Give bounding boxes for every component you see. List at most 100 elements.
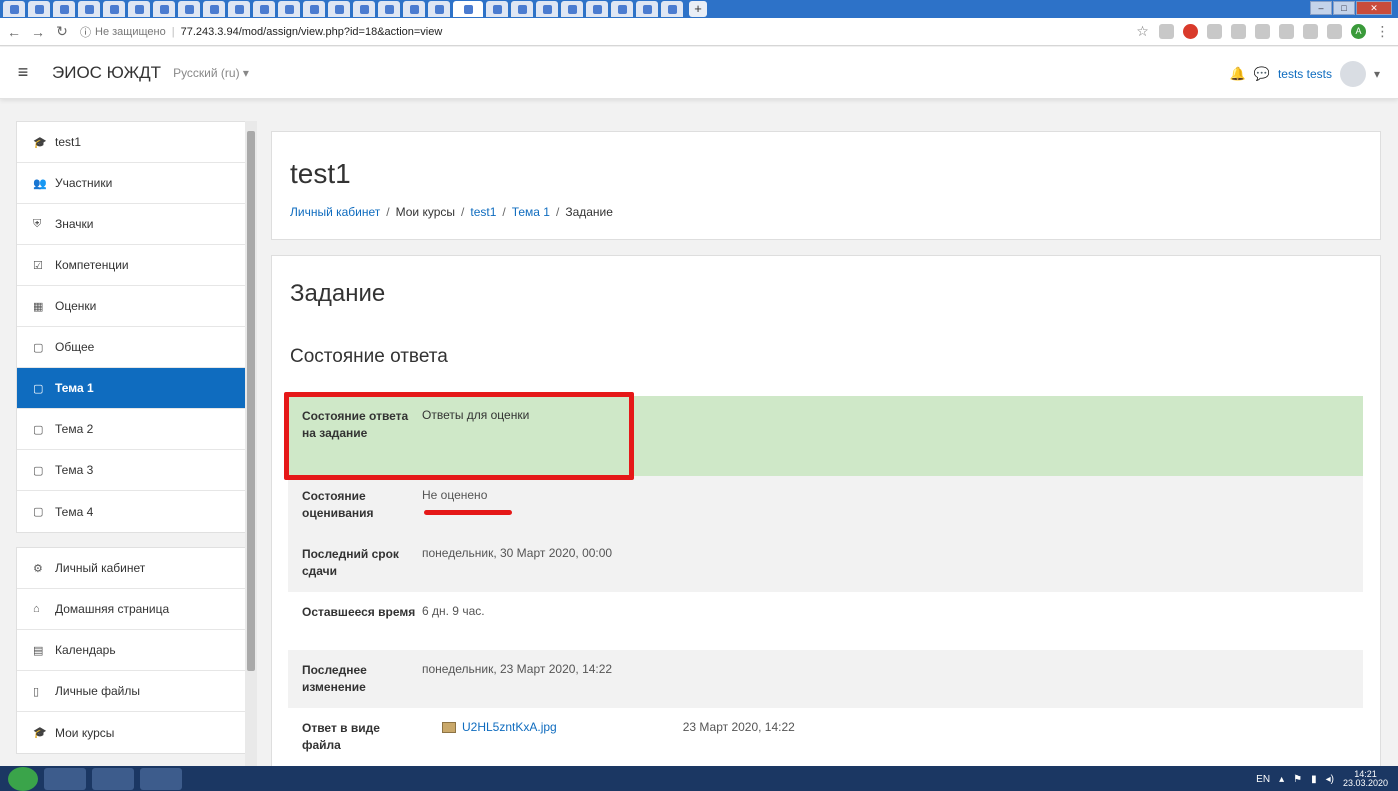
file-submission: U2HL5zntKxA.jpg 23 Март 2020, 14:22: [422, 720, 1363, 734]
drawer-scrollbar[interactable]: [245, 121, 257, 766]
close-window-button[interactable]: ✕: [1356, 1, 1392, 15]
input-language[interactable]: EN: [1256, 774, 1270, 785]
bell-icon[interactable]: 🔔: [1230, 66, 1246, 82]
explorer-taskbar-button[interactable]: [44, 767, 86, 790]
browser-tab[interactable]: [303, 1, 325, 17]
volume-icon[interactable]: ◂): [1326, 774, 1334, 785]
breadcrumb-item[interactable]: Задание: [565, 205, 613, 219]
maximize-button[interactable]: □: [1333, 1, 1355, 15]
browser-tab[interactable]: [536, 1, 558, 17]
browser-tab[interactable]: [378, 1, 400, 17]
breadcrumb-item[interactable]: test1: [470, 205, 496, 219]
bookmark-star-icon[interactable]: ☆: [1135, 24, 1150, 39]
browser-tab[interactable]: [611, 1, 633, 17]
clock[interactable]: 14:21 23.03.2020: [1343, 770, 1388, 788]
breadcrumb-item[interactable]: Личный кабинет: [290, 205, 380, 219]
sidebar-item[interactable]: ▤ Календарь: [17, 630, 252, 671]
tray-expand-icon[interactable]: ▴: [1279, 774, 1284, 785]
forward-arrow-icon[interactable]: →: [28, 24, 48, 40]
sidebar-item-label: test1: [55, 135, 82, 149]
profile-avatar[interactable]: A: [1351, 24, 1366, 39]
table-row: Оставшееся время 6 дн. 9 час.: [288, 592, 1363, 650]
sidebar-item[interactable]: ▢ Тема 1: [17, 368, 252, 409]
browser-tab[interactable]: [53, 1, 75, 17]
browser-tab[interactable]: [128, 1, 150, 17]
extension-icon[interactable]: [1279, 24, 1294, 39]
extension-icon[interactable]: [1255, 24, 1270, 39]
sidebar-item[interactable]: ☑ Компетенции: [17, 245, 252, 286]
scrollbar-thumb[interactable]: [247, 131, 255, 671]
graduation-cap-icon: 🎓: [33, 136, 47, 149]
username[interactable]: tests tests: [1278, 67, 1332, 81]
tab-favicon-icon: [309, 4, 319, 14]
sidebar-item[interactable]: ⛨ Значки: [17, 204, 252, 245]
extension-icon[interactable]: [1159, 24, 1174, 39]
sidebar-item[interactable]: ▢ Тема 4: [17, 491, 252, 532]
browser-tab[interactable]: [661, 1, 683, 17]
sidebar-item[interactable]: ⚙ Личный кабинет: [17, 548, 252, 589]
browser-tab[interactable]: [178, 1, 200, 17]
browser-tab[interactable]: [403, 1, 425, 17]
breadcrumb-item[interactable]: Тема 1: [512, 205, 550, 219]
sidebar-item[interactable]: ▢ Тема 3: [17, 450, 252, 491]
sidebar-item[interactable]: ▯ Личные файлы: [17, 671, 252, 712]
browser-tab[interactable]: [586, 1, 608, 17]
browser-tab[interactable]: [486, 1, 508, 17]
url-field[interactable]: ⓘ Не защищено | 77.243.3.94/mod/assign/v…: [80, 24, 442, 40]
user-menu[interactable]: 🔔 💬 tests tests ▾: [1230, 61, 1380, 87]
browser-tab[interactable]: [78, 1, 100, 17]
folder-icon: ▢: [33, 382, 44, 395]
browser-tab[interactable]: [103, 1, 125, 17]
sidebar-item[interactable]: ⌂ Домашняя страница: [17, 589, 252, 630]
new-tab-button[interactable]: +: [689, 1, 707, 17]
graduation-cap-icon: 🎓: [33, 727, 47, 739]
browser-tab[interactable]: [228, 1, 250, 17]
sidebar-item[interactable]: ▦ Оценки: [17, 286, 252, 327]
activity-title: Задание: [290, 280, 386, 307]
extension-icon[interactable]: [1303, 24, 1318, 39]
browser-tab[interactable]: [278, 1, 300, 17]
chrome-taskbar-button[interactable]: [92, 767, 134, 790]
browser-tab[interactable]: [153, 1, 175, 17]
browser-tab[interactable]: [328, 1, 350, 17]
avatar[interactable]: [1339, 61, 1366, 87]
menu-list-icon[interactable]: [1327, 24, 1342, 39]
hamburger-menu-icon[interactable]: ≡: [0, 62, 46, 83]
flag-icon[interactable]: ⚑: [1293, 774, 1302, 785]
extension-icon[interactable]: [1207, 24, 1222, 39]
sidebar-item[interactable]: 👥 Участники: [17, 163, 252, 204]
taskbar-app-button[interactable]: [140, 767, 182, 790]
reload-icon[interactable]: ↻: [52, 23, 72, 40]
minimize-button[interactable]: –: [1310, 1, 1332, 15]
start-button[interactable]: [8, 766, 38, 791]
sidebar-item[interactable]: ▢ Общее: [17, 327, 252, 368]
opera-extension-icon[interactable]: [1183, 24, 1198, 39]
back-arrow-icon[interactable]: ←: [4, 24, 24, 40]
url-text[interactable]: 77.243.3.94/mod/assign/view.php?id=18&ac…: [181, 26, 443, 38]
network-icon[interactable]: ▮: [1311, 774, 1317, 785]
sidebar-item[interactable]: ▢ Тема 2: [17, 409, 252, 450]
browser-tab[interactable]: [453, 1, 483, 17]
browser-tab[interactable]: [3, 1, 25, 17]
chevron-down-icon[interactable]: ▾: [1374, 67, 1380, 81]
browser-tab[interactable]: [636, 1, 658, 17]
browser-tab[interactable]: [353, 1, 375, 17]
browser-tab[interactable]: [561, 1, 583, 17]
browser-tab[interactable]: [28, 1, 50, 17]
browser-tab[interactable]: [203, 1, 225, 17]
site-brand[interactable]: ЭИОС ЮЖДТ: [52, 63, 161, 83]
sidebar-item[interactable]: 🎓 Мои курсы: [17, 712, 252, 753]
info-icon[interactable]: ⓘ: [80, 24, 91, 40]
sidebar-item[interactable]: 🎓 test1: [17, 122, 252, 163]
extension-icon[interactable]: [1231, 24, 1246, 39]
browser-tab[interactable]: [428, 1, 450, 17]
breadcrumb-item[interactable]: Мои курсы: [396, 205, 455, 219]
language-menu[interactable]: Русский (ru) ▾: [173, 66, 249, 80]
tab-favicon-icon: [209, 4, 219, 14]
browser-tab[interactable]: [253, 1, 275, 17]
breadcrumb: Личный кабинет / Мои курсы / test1 / Тема 1 / За…: [290, 205, 613, 219]
more-options-icon[interactable]: ⋮: [1375, 24, 1390, 39]
file-link[interactable]: U2HL5zntKxA.jpg: [462, 720, 557, 734]
message-icon[interactable]: 💬: [1254, 66, 1270, 82]
browser-tab[interactable]: [511, 1, 533, 17]
